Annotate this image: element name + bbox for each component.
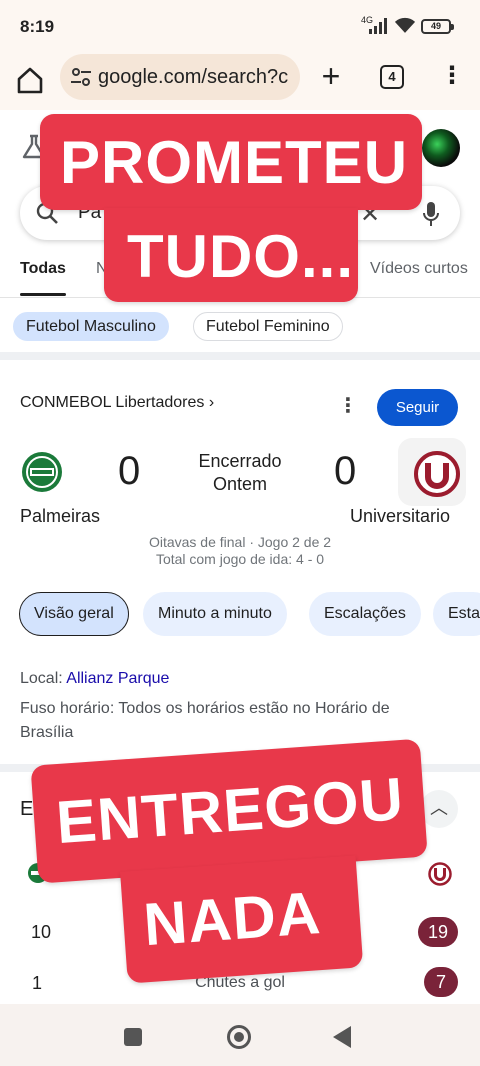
site-settings-icon[interactable] [70,67,92,87]
venue-label: Local: [20,670,63,687]
signal-icon [369,18,387,34]
overlay-top-line2: TUDO... [127,223,354,290]
tab-estatisticas[interactable]: Esta [433,592,480,636]
status-time: 8:19 [20,17,55,36]
overlay-top-line1: PROMETEU [60,129,409,196]
battery-icon: 49 [421,19,454,34]
home-team-name[interactable]: Palmeiras [20,506,100,527]
system-nav-bar [0,1004,480,1066]
new-tab-button[interactable]: + [316,60,346,92]
away-score: 0 [334,449,357,493]
follow-button[interactable]: Seguir [377,389,458,426]
status-bar: 8:19 4G 49 [0,0,480,54]
back-icon[interactable] [333,1026,351,1048]
timezone-label: Fuso horário: [20,700,115,717]
timezone-value: Todos os horários estão no Horário de [118,700,390,717]
chip-futebol-masculino[interactable]: Futebol Masculino [13,312,169,341]
overlay-bottom-group: ENTREGOU NADA [30,738,435,996]
timezone-value-cont: Brasília [20,724,74,741]
account-avatar[interactable] [422,129,460,167]
browser-toolbar: google.com/search?c + 4 ⋮ [0,54,480,110]
microphone-icon[interactable] [422,201,440,227]
recents-icon[interactable] [124,1028,142,1046]
chip-futebol-feminino[interactable]: Futebol Feminino [193,312,343,341]
league-link[interactable]: CONMEBOL Libertadores › [20,394,214,412]
home-score: 0 [118,449,141,493]
tab-escalacoes[interactable]: Escalações [309,592,421,636]
chevron-right-icon: › [208,394,215,411]
browser-menu-icon[interactable]: ⋮ [440,62,464,92]
palmeiras-crest-icon[interactable] [21,451,63,493]
overlay-bottom-line2: NADA [141,879,324,959]
match-date: Ontem [212,474,268,494]
venue-line: Local: Allianz Parque [20,670,169,688]
match-stage: Oitavas de final · Jogo 2 de 2 [148,534,332,550]
venue-link[interactable]: Allianz Parque [66,670,169,687]
home-icon[interactable] [14,64,46,96]
tab-todas[interactable]: Todas [20,260,66,278]
timezone-line: Fuso horário: Todos os horários estão no… [20,700,390,718]
wifi-icon [394,17,416,33]
collapse-chevron-up-icon[interactable]: ︿ [420,790,458,828]
match-status: Encerrado [198,451,282,471]
section-divider [0,352,480,360]
home-button-icon[interactable] [227,1025,251,1049]
aggregate-score: Total com jogo de ida: 4 - 0 [155,551,325,567]
universitario-small-icon [428,862,452,886]
active-tab-underline [20,293,66,296]
address-bar[interactable]: google.com/search?c [60,54,300,100]
league-name: CONMEBOL Libertadores [20,394,205,411]
more-options-icon[interactable]: ⋮ [338,393,358,418]
tab-videos-curtos[interactable]: Vídeos curtos [370,260,468,278]
url-text: google.com/search?c [98,66,289,88]
away-team-name[interactable]: Universitario [350,506,450,527]
stat-away-value: 7 [424,967,458,997]
tab-visao-geral[interactable]: Visão geral [19,592,129,636]
stat-home-value: 1 [32,973,43,993]
tab-minuto-a-minuto[interactable]: Minuto a minuto [143,592,287,636]
universitario-crest-icon[interactable] [414,451,460,497]
tab-switcher-button[interactable]: 4 [380,65,404,89]
